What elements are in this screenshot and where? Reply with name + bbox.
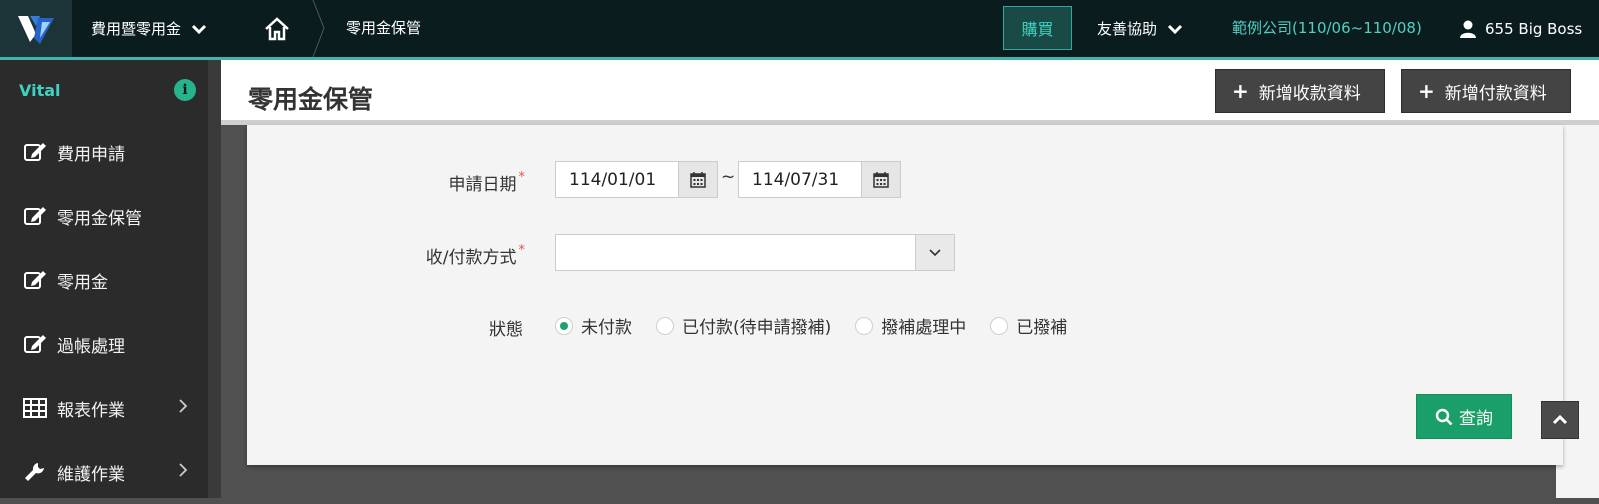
add-payment-label: 新增付款資料 — [1444, 83, 1547, 104]
info-icon[interactable]: i — [174, 79, 196, 101]
date-from-calendar-button[interactable] — [678, 161, 718, 198]
table-icon — [23, 397, 49, 419]
sidebar: Vital i 費用申請 零用金保管 零用金 過帳處理 報表作業 維護作業 — [0, 60, 208, 498]
date-label-text: 申請日期 — [448, 175, 517, 195]
edit-icon — [23, 141, 49, 163]
radio-icon — [855, 316, 874, 335]
logo-icon — [18, 15, 54, 44]
app-logo[interactable] — [0, 0, 72, 57]
status-radio-replenished[interactable]: 已撥補 — [990, 313, 1067, 338]
method-label-text: 收/付款方式 — [425, 248, 517, 268]
chevron-right-icon — [179, 399, 188, 413]
breadcrumb-separator-icon — [312, 0, 325, 57]
status-radio-group: 未付款 已付款(待申請撥補) 撥補處理中 已撥補 — [555, 313, 1091, 338]
sidebar-header: Vital i — [0, 60, 208, 120]
edit-icon — [23, 333, 49, 355]
sidebar-item-maintenance[interactable]: 維護作業 — [0, 440, 208, 504]
user-icon — [1460, 20, 1476, 38]
method-select[interactable] — [555, 234, 916, 271]
sidebar-item-label: 過帳處理 — [57, 336, 125, 357]
radio-icon — [656, 316, 674, 335]
sidebar-edge — [208, 60, 221, 498]
calendar-icon — [690, 171, 706, 188]
required-mark: * — [518, 170, 526, 185]
radio-label: 已付款(待申請撥補) — [682, 318, 832, 338]
chevron-right-icon — [179, 463, 188, 477]
chevron-down-icon — [929, 248, 941, 256]
buy-button[interactable]: 購買 — [1003, 6, 1072, 50]
edit-icon — [23, 269, 49, 291]
chevron-down-icon — [1167, 24, 1183, 34]
sidebar-item-expense-apply[interactable]: 費用申請 — [0, 120, 208, 184]
plus-icon: + — [1418, 79, 1435, 103]
add-receipt-label: 新增收款資料 — [1258, 83, 1361, 104]
page-header: 零用金保管 + 新增收款資料 + 新增付款資料 — [221, 60, 1599, 120]
chevron-down-icon — [191, 24, 207, 34]
date-to-input[interactable]: 114/07/31 — [738, 161, 862, 198]
radio-icon — [990, 316, 1009, 335]
edit-icon — [23, 205, 49, 227]
date-range-separator: ~ — [721, 167, 736, 187]
date-from-input[interactable]: 114/01/01 — [555, 161, 679, 198]
method-label: 收/付款方式 * — [325, 243, 525, 268]
wrench-icon — [23, 461, 49, 483]
required-mark: * — [518, 243, 526, 258]
calendar-icon — [873, 171, 889, 188]
sidebar-item-label: 零用金 — [57, 272, 108, 293]
sidebar-item-posting[interactable]: 過帳處理 — [0, 312, 208, 376]
plus-icon: + — [1232, 79, 1249, 103]
query-button[interactable]: 查詢 — [1416, 394, 1512, 439]
method-select-caret[interactable] — [915, 234, 955, 271]
company-period-link[interactable]: 範例公司(110/06~110/08) — [1232, 0, 1422, 57]
sidebar-item-label: 零用金保管 — [57, 208, 142, 229]
radio-label: 已撥補 — [1016, 318, 1068, 338]
home-button[interactable] — [262, 14, 292, 44]
radio-selected-icon — [555, 316, 573, 335]
status-radio-paid[interactable]: 已付款(待申請撥補) — [656, 313, 831, 338]
back-to-top-button[interactable] — [1541, 401, 1579, 439]
assist-dropdown[interactable]: 友善協助 — [1097, 0, 1183, 57]
radio-label: 撥補處理中 — [881, 318, 967, 338]
user-menu[interactable]: 655 Big Boss — [1459, 0, 1582, 57]
sidebar-item-petty-cash-custody[interactable]: 零用金保管 — [0, 184, 208, 248]
user-label: 655 Big Boss — [1485, 19, 1583, 38]
top-navbar: 費用暨零用金 零用金保管 購買 友善協助 範例公司(110/06~110/08)… — [0, 0, 1599, 58]
breadcrumb-current: 零用金保管 — [346, 19, 422, 37]
query-label: 查詢 — [1459, 409, 1493, 429]
sidebar-item-label: 費用申請 — [57, 144, 125, 165]
search-icon — [1435, 408, 1453, 425]
radio-label: 未付款 — [581, 318, 632, 338]
page-title: 零用金保管 — [248, 85, 374, 114]
module-dropdown[interactable]: 費用暨零用金 — [91, 0, 207, 57]
chevron-up-icon — [1552, 415, 1568, 425]
date-label: 申請日期 * — [325, 170, 526, 195]
sidebar-item-petty-cash[interactable]: 零用金 — [0, 248, 208, 312]
sidebar-item-label: 報表作業 — [57, 400, 125, 421]
add-receipt-button[interactable]: + 新增收款資料 — [1215, 69, 1385, 113]
sidebar-item-reports[interactable]: 報表作業 — [0, 376, 208, 440]
date-to-calendar-button[interactable] — [861, 161, 901, 198]
add-payment-button[interactable]: + 新增付款資料 — [1401, 69, 1571, 113]
status-radio-unpaid[interactable]: 未付款 — [555, 313, 632, 338]
status-radio-replenishing[interactable]: 撥補處理中 — [855, 313, 966, 338]
status-label: 狀態 — [489, 320, 523, 340]
sidebar-item-label: 維護作業 — [57, 464, 125, 485]
module-label: 費用暨零用金 — [91, 20, 182, 38]
home-icon — [265, 17, 289, 41]
assist-label: 友善協助 — [1097, 20, 1158, 38]
sidebar-brand: Vital — [19, 80, 61, 100]
